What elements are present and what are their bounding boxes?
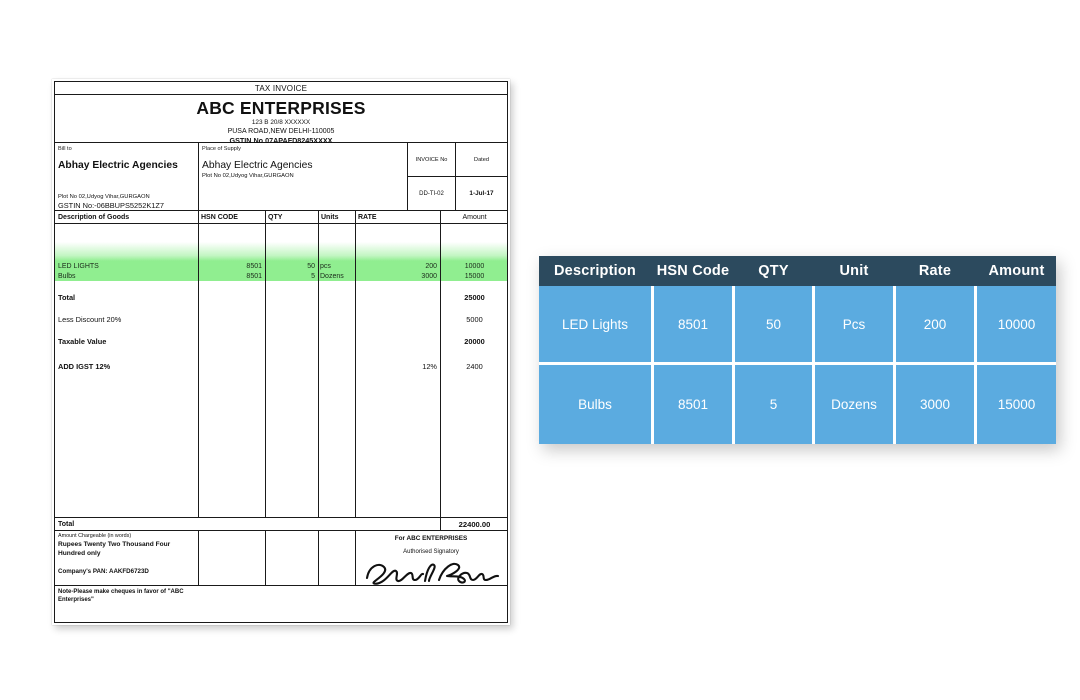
company-address-line1: 123 B 20/8 XXXXXX	[251, 119, 311, 126]
header-cell-amount: Amount	[977, 256, 1056, 286]
for-company-label: For ABC ENTERPRISES	[394, 535, 468, 542]
invoice-no-label: INVOICE No	[408, 143, 455, 177]
company-pan: Company's PAN: AAKFD6723D	[58, 568, 149, 575]
signature-icon	[365, 562, 500, 585]
place-of-supply-address: Plot No 02,Udyog Vihar,GURGAON	[202, 173, 294, 179]
invoice-no-value: DD-TI-02	[419, 190, 444, 197]
summary-amount: 20000	[464, 337, 485, 346]
amount-words-value: Rupees Twenty Two Thousand Four Hundred …	[58, 541, 171, 557]
line-item-qty: 50	[307, 263, 315, 270]
col-hsn: HSN CODE	[201, 214, 238, 221]
cell-rate: 3000	[896, 365, 977, 444]
invoice-no-block: INVOICE No DD-TI-02	[407, 143, 455, 210]
invoice-footer: Amount Chargeable (in words) Rupees Twen…	[55, 531, 507, 603]
line-item-rate: 200	[425, 263, 437, 270]
invoice-company-header: ABC ENTERPRISES 123 B 20/8 XXXXXX PUSA R…	[55, 95, 507, 145]
col-rate: RATE	[358, 214, 377, 221]
amount-words-block: Amount Chargeable (in words) Rupees Twen…	[58, 533, 198, 604]
summary-label: Taxable Value	[58, 337, 107, 346]
summary-amount: 25000	[464, 293, 485, 302]
line-item-qty: 5	[311, 273, 315, 280]
line-item-amount: 10000	[464, 263, 485, 270]
extraction-table: Description HSN Code QTY Unit Rate Amoun…	[539, 256, 1056, 444]
line-item-description: Bulbs	[58, 273, 76, 280]
invoice-document: TAX INVOICE ABC ENTERPRISES 123 B 20/8 X…	[52, 79, 510, 625]
cell-amount: 15000	[977, 365, 1056, 444]
cell-qty: 50	[735, 286, 815, 365]
screenshot-root: TAX INVOICE ABC ENTERPRISES 123 B 20/8 X…	[0, 0, 1080, 700]
cell-unit: Dozens	[815, 365, 896, 444]
header-cell-hsn-code: HSN Code	[654, 256, 735, 286]
line-item-amount: 15000	[464, 273, 485, 280]
table-header-row: Description HSN Code QTY Unit Rate Amoun…	[539, 256, 1056, 286]
col-description: Description of Goods	[58, 214, 130, 221]
header-cell-unit: Unit	[815, 256, 896, 286]
company-name: ABC ENTERPRISES	[196, 98, 366, 118]
summary-label: Less Discount 20%	[58, 315, 122, 324]
summary-amount: 2400	[466, 362, 483, 371]
amount-words-label: Amount Chargeable (in words)	[58, 533, 132, 539]
bill-to-label: Bill to	[58, 146, 72, 152]
invoice-dated-block: Dated 1-Jul-17	[455, 143, 507, 210]
summary-label: Total	[58, 293, 76, 302]
cell-unit: Pcs	[815, 286, 896, 365]
cell-hsn-code: 8501	[654, 365, 735, 444]
header-cell-description: Description	[539, 256, 654, 286]
line-item-units: pcs	[320, 263, 331, 270]
authorised-signatory-label: Authorised Signatory	[403, 549, 459, 555]
bill-to-block: Bill to Abhay Electric Agencies Plot No …	[55, 143, 198, 210]
line-item-hsn: 8501	[246, 273, 262, 280]
header-cell-qty: QTY	[735, 256, 815, 286]
cheque-note-line1: Note-Please make cheques in favor of "AB…	[58, 589, 184, 595]
invoice-border: TAX INVOICE ABC ENTERPRISES 123 B 20/8 X…	[54, 81, 508, 623]
col-units: Units	[321, 214, 339, 221]
grand-total-label: Total	[58, 521, 75, 528]
line-item-hsn: 8501	[246, 263, 262, 270]
cell-description: LED Lights	[539, 286, 654, 365]
col-amount: Amount	[462, 214, 487, 221]
col-qty: QTY	[268, 214, 283, 221]
bill-to-address: Plot No 02,Udyog Vihar,GURGAON	[58, 194, 150, 200]
cell-amount: 10000	[977, 286, 1056, 365]
grand-total-row: Total 22400.00	[55, 518, 507, 531]
summary-amount: 5000	[466, 315, 483, 324]
bill-to-gstin: GSTIN No:-06BBUPS5252K1Z7	[58, 201, 164, 210]
grand-total-value: 22400.00	[458, 520, 491, 529]
cell-rate: 200	[896, 286, 977, 365]
company-address-line2: PUSA ROAD,NEW DELHI-110005	[227, 128, 335, 135]
line-item-description: LED LIGHTS	[58, 263, 99, 270]
cell-hsn-code: 8501	[654, 286, 735, 365]
bill-to-name: Abhay Electric Agencies	[58, 160, 178, 171]
line-item-units: Dozens	[320, 273, 344, 280]
goods-table: Description of Goods HSN CODE QTY Units …	[55, 211, 507, 518]
place-of-supply-block: Place of Supply Abhay Electric Agencies …	[198, 143, 407, 210]
table-row: LED Lights 8501 50 Pcs 200 10000	[539, 286, 1056, 365]
place-of-supply-name: Abhay Electric Agencies	[202, 160, 313, 171]
summary-rate: 12%	[422, 362, 437, 371]
dated-value: 1-Jul-17	[469, 190, 494, 197]
cell-description: Bulbs	[539, 365, 654, 444]
invoice-title: TAX INVOICE	[55, 82, 507, 95]
summary-label: ADD IGST 12%	[58, 362, 111, 371]
invoice-parties-band: Bill to Abhay Electric Agencies Plot No …	[55, 143, 507, 211]
cell-qty: 5	[735, 365, 815, 444]
table-row: Bulbs 8501 5 Dozens 3000 15000	[539, 365, 1056, 444]
dated-label: Dated	[456, 143, 507, 177]
extracted-data-table: Description HSN Code QTY Unit Rate Amoun…	[539, 256, 1056, 446]
line-item-rate: 3000	[421, 273, 437, 280]
signatory-block: For ABC ENTERPRISES Authorised Signatory	[355, 535, 507, 585]
place-of-supply-label: Place of Supply	[202, 146, 241, 152]
cheque-note-line2: Enterprises"	[58, 597, 94, 603]
header-cell-rate: Rate	[896, 256, 977, 286]
